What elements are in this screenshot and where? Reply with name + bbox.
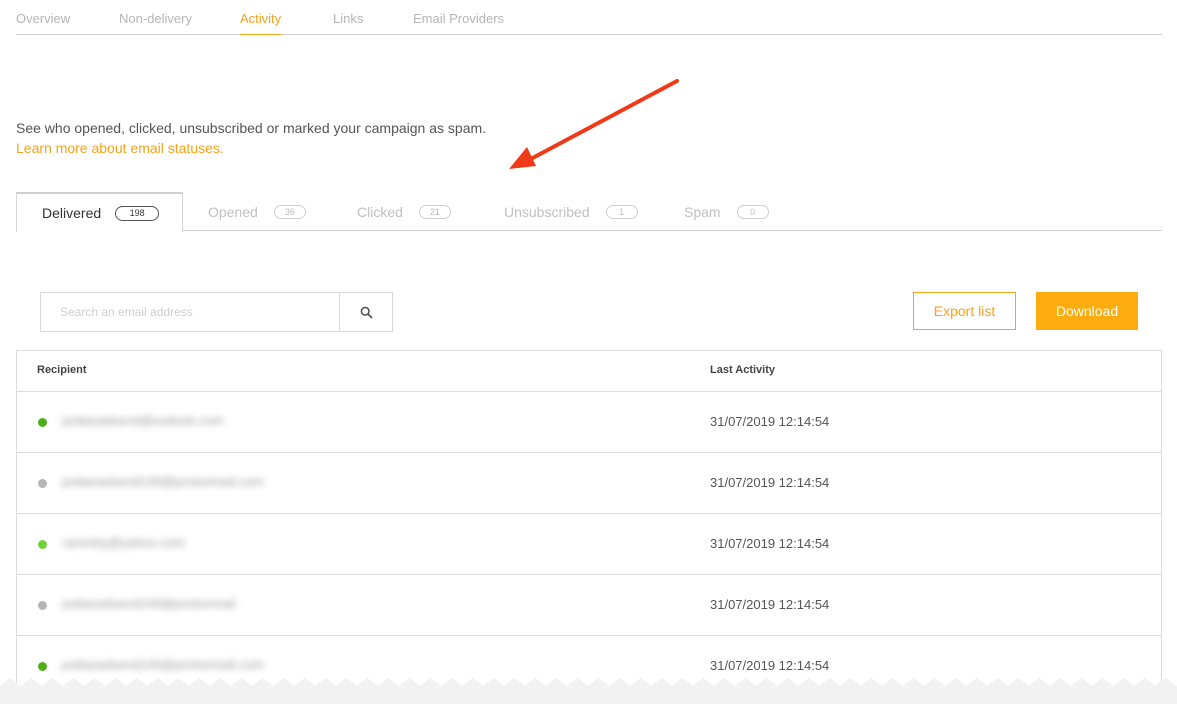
- tab-clicked[interactable]: Clicked 21: [357, 192, 451, 231]
- tab-label: Opened: [208, 203, 258, 220]
- status-dot: [38, 479, 47, 488]
- recipient-email: pottasadsend149@protonmail.com: [62, 474, 264, 489]
- download-button[interactable]: Download: [1036, 292, 1138, 330]
- intro-description: See who opened, clicked, unsubscribed or…: [16, 120, 487, 136]
- tab-count-badge: 1: [605, 204, 638, 219]
- last-activity-date: 31/07/2019 12:14:54: [710, 536, 830, 551]
- tab-count-badge: 0: [736, 204, 769, 219]
- last-activity-date: 31/07/2019 12:14:54: [710, 414, 830, 429]
- tab-label: Spam: [684, 203, 721, 220]
- tab-count-badge: 21: [418, 204, 451, 219]
- status-tabs: Delivered 198 Opened 36 Clicked 21 Unsub…: [16, 192, 1162, 232]
- status-dot: [38, 662, 47, 671]
- table-row[interactable]: pottasadsend149@protonmail.com 31/07/201…: [17, 453, 1161, 514]
- table-row[interactable]: raxonby@yahoo.com 31/07/2019 12:14:54: [17, 514, 1161, 575]
- nav-non-delivery[interactable]: Non-delivery: [119, 11, 192, 26]
- last-activity-date: 31/07/2019 12:14:54: [710, 597, 830, 612]
- intro-section: See who opened, clicked, unsubscribed or…: [16, 118, 486, 158]
- tab-opened[interactable]: Opened 36: [208, 192, 306, 231]
- status-dot: [38, 418, 47, 427]
- tab-unsubscribed[interactable]: Unsubscribed 1: [504, 192, 638, 231]
- recipient-email: raxonby@yahoo.com: [62, 535, 186, 550]
- status-dot: [38, 540, 47, 549]
- table-header: Recipient Last Activity: [17, 351, 1161, 392]
- nav-overview[interactable]: Overview: [16, 11, 70, 26]
- tab-label: Delivered: [42, 205, 102, 221]
- recipient-email: pottasadsend149@protonmail.com: [62, 657, 264, 672]
- search-box: [40, 292, 393, 332]
- last-activity-date: 31/07/2019 12:14:54: [710, 658, 830, 673]
- tab-label: Clicked: [357, 203, 403, 220]
- nav-activity[interactable]: Activity: [240, 11, 282, 35]
- column-header-last-activity: Last Activity: [710, 364, 776, 376]
- tab-label: Unsubscribed: [504, 203, 590, 220]
- search-icon: [360, 306, 372, 318]
- table-row[interactable]: pottasadsend@outlook.com 31/07/2019 12:1…: [17, 392, 1161, 453]
- search-button[interactable]: [339, 293, 392, 331]
- export-list-button[interactable]: Export list: [913, 292, 1016, 330]
- learn-more-link[interactable]: Learn more about email statuses.: [16, 138, 486, 158]
- recipient-email: pottasadsend@outlook.com: [62, 413, 224, 428]
- status-dot: [38, 601, 47, 610]
- tab-count-badge: 198: [115, 205, 160, 221]
- recipients-table: Recipient Last Activity pottasadsend@out…: [16, 350, 1162, 704]
- search-input[interactable]: [41, 293, 339, 331]
- column-header-recipient: Recipient: [37, 364, 87, 376]
- tab-spam[interactable]: Spam 0: [684, 192, 769, 231]
- tab-count-badge: 36: [273, 204, 306, 219]
- last-activity-date: 31/07/2019 12:14:54: [710, 475, 830, 490]
- nav-links[interactable]: Links: [333, 11, 363, 26]
- tab-delivered[interactable]: Delivered 198: [16, 192, 183, 232]
- table-row[interactable]: pottasadsend149@protonmail 31/07/2019 12…: [17, 575, 1161, 636]
- nav-email-providers[interactable]: Email Providers: [413, 11, 504, 26]
- top-navigation: Overview Non-delivery Activity Links Ema…: [16, 0, 1162, 35]
- torn-edge-decoration: [0, 678, 1177, 704]
- recipient-email: pottasadsend149@protonmail: [62, 596, 236, 611]
